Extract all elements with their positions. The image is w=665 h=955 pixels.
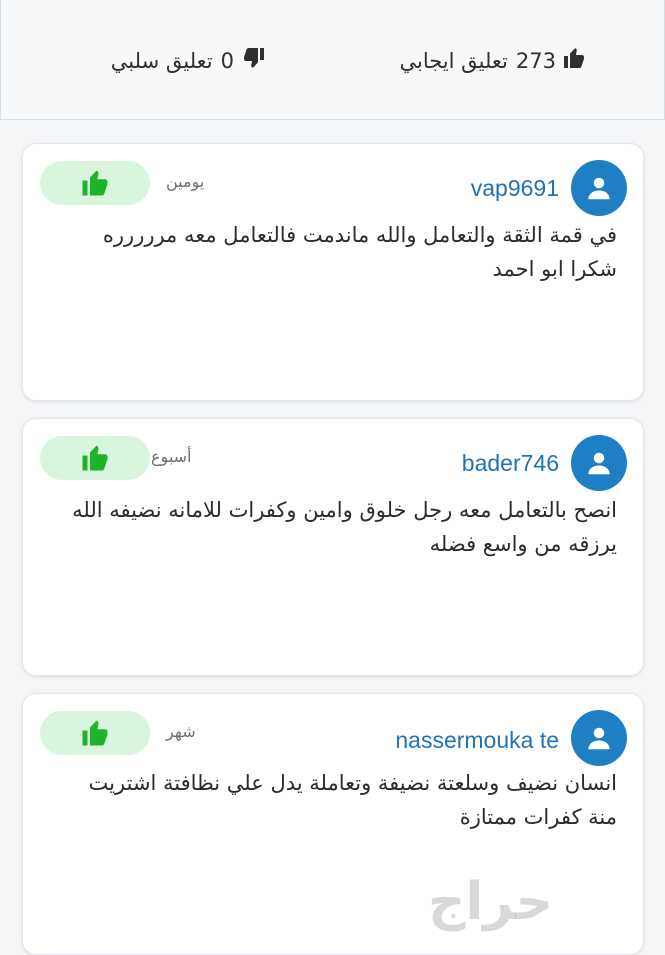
thumbs-up-icon: [82, 445, 108, 471]
thumbs-down-icon: [242, 46, 266, 75]
positive-count: 273: [515, 48, 556, 73]
comment-time: يومين: [166, 172, 205, 191]
negative-label: تعليق سلبي: [110, 48, 213, 73]
haraj-watermark: حراج: [428, 872, 555, 932]
user-avatar[interactable]: [571, 710, 627, 766]
comment-username[interactable]: nassermouka te: [395, 727, 559, 754]
like-button[interactable]: [40, 436, 150, 480]
user-icon: [588, 452, 610, 475]
comment-text: في قمة الثقة والتعامل والله ماندمت فالتع…: [102, 223, 617, 281]
comment-time: شهر: [166, 722, 196, 741]
negative-comments-stat[interactable]: 0 تعليق سلبي: [111, 46, 266, 75]
positive-comments-stat[interactable]: 273 تعليق ايجابي: [399, 46, 586, 75]
comment-text: انصح بالتعامل معه رجل خلوق وامين وكفرات …: [72, 498, 617, 556]
comment-time: أسبوع: [151, 447, 192, 466]
positive-label: تعليق ايجابي: [399, 48, 508, 73]
user-icon: [588, 727, 610, 750]
user-icon: [588, 177, 610, 200]
thumbs-up-icon: [562, 46, 586, 75]
rating-summary: 273 تعليق ايجابي 0 تعليق سلبي: [0, 0, 665, 120]
thumbs-up-icon: [82, 720, 108, 746]
like-button[interactable]: [40, 711, 150, 755]
comment-card: vap9691 يومين في قمة الثقة والتعامل والل…: [22, 143, 644, 401]
comment-username[interactable]: bader746: [462, 450, 559, 477]
comment-card: bader746 أسبوع انصح بالتعامل معه رجل خلو…: [22, 418, 644, 676]
negative-count: 0: [220, 48, 234, 73]
comment-username[interactable]: vap9691: [471, 175, 559, 202]
thumbs-up-icon: [82, 170, 108, 196]
user-avatar[interactable]: [571, 435, 627, 491]
user-avatar[interactable]: [571, 160, 627, 216]
like-button[interactable]: [40, 161, 150, 205]
comment-text: انسان نضيف وسلعتة نضيفة وتعاملة يدل علي …: [88, 771, 617, 829]
